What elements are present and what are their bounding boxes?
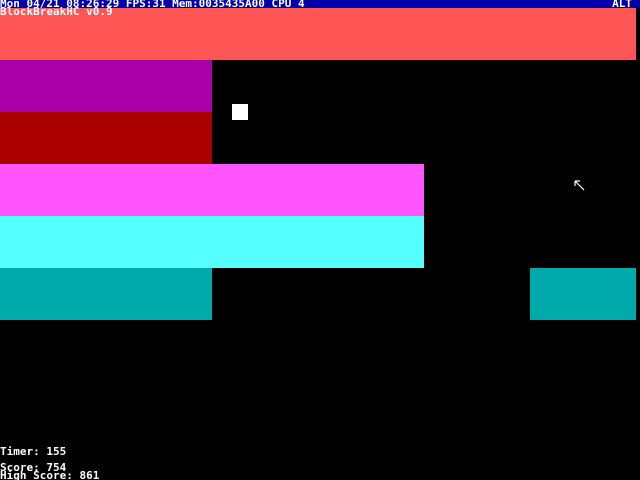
game-screen[interactable]: Mon 04/21 08:26:29 FPS:31 Mem:0035435A00…	[0, 0, 640, 480]
block-row-4	[0, 164, 424, 216]
arrow-cursor-icon	[574, 180, 585, 191]
alt-indicator: ALT	[612, 0, 632, 10]
block-row-3	[0, 112, 212, 164]
block-row-2	[0, 60, 212, 112]
timer-label: Timer: 155	[0, 445, 67, 458]
game-title: BlockBreakHC v0.9	[0, 5, 113, 18]
high-score-label: High Score: 861	[0, 469, 100, 480]
block-row-5	[0, 216, 424, 268]
ball	[232, 104, 248, 120]
block-row-6-right	[530, 268, 636, 320]
block-row-6-left	[0, 268, 212, 320]
